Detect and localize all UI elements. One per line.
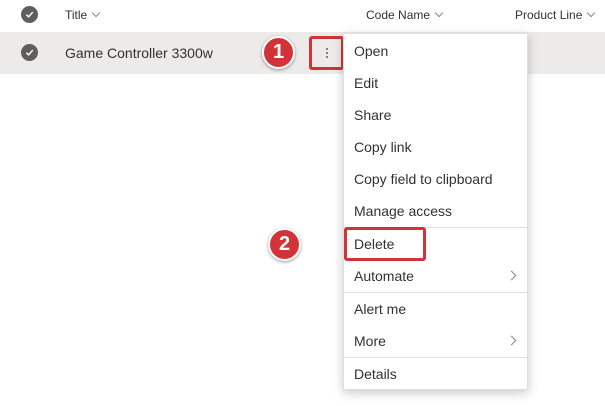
menu-item-label: Automate — [354, 268, 414, 284]
menu-item-label: Alert me — [354, 301, 407, 317]
select-all-check-icon[interactable] — [21, 6, 38, 23]
list-header: Title Code Name Product Line — [0, 0, 605, 32]
column-header-product-line[interactable]: Product Line — [515, 8, 596, 22]
column-header-title-label: Title — [65, 8, 88, 22]
menu-item-automate[interactable]: Automate — [344, 260, 527, 292]
context-menu: Open Edit Share Copy link Copy field to … — [343, 33, 528, 390]
column-header-code-name[interactable]: Code Name — [366, 8, 444, 22]
menu-item-more[interactable]: More — [344, 325, 527, 357]
check-mark-icon — [25, 11, 34, 18]
menu-item-open[interactable]: Open — [344, 35, 527, 67]
step-badge-2: 2 — [268, 228, 301, 261]
column-header-code-name-label: Code Name — [366, 8, 431, 22]
step-badge-1: 1 — [262, 36, 295, 69]
menu-item-label: Share — [354, 107, 392, 123]
chevron-right-icon — [506, 270, 517, 281]
row-title[interactable]: Game Controller 3300w — [65, 45, 213, 61]
menu-item-copy-link[interactable]: Copy link — [344, 131, 527, 163]
menu-item-label: Manage access — [354, 203, 453, 219]
menu-item-label: Details — [354, 366, 397, 382]
column-header-title[interactable]: Title — [65, 8, 101, 22]
vertical-ellipsis-icon — [325, 48, 328, 58]
chevron-down-icon — [91, 8, 101, 18]
check-mark-icon — [25, 49, 34, 56]
menu-item-edit[interactable]: Edit — [344, 67, 527, 99]
menu-item-manage-access[interactable]: Manage access — [344, 195, 527, 227]
menu-item-copy-field[interactable]: Copy field to clipboard — [344, 163, 527, 195]
menu-item-details[interactable]: Details — [344, 358, 527, 390]
column-header-product-line-label: Product Line — [515, 8, 583, 22]
chevron-right-icon — [506, 335, 517, 346]
menu-item-label: Copy field to clipboard — [354, 171, 493, 187]
menu-item-share[interactable]: Share — [344, 99, 527, 131]
menu-item-label: Copy link — [354, 139, 412, 155]
chevron-down-icon — [587, 8, 596, 18]
more-actions-button[interactable] — [309, 36, 344, 70]
menu-item-label: More — [354, 333, 386, 349]
menu-item-label: Open — [354, 43, 389, 59]
menu-item-alert-me[interactable]: Alert me — [344, 293, 527, 325]
delete-highlight — [344, 227, 426, 261]
chevron-down-icon — [434, 8, 444, 18]
row-select-check-icon[interactable] — [21, 44, 38, 61]
menu-item-label: Edit — [354, 75, 379, 91]
